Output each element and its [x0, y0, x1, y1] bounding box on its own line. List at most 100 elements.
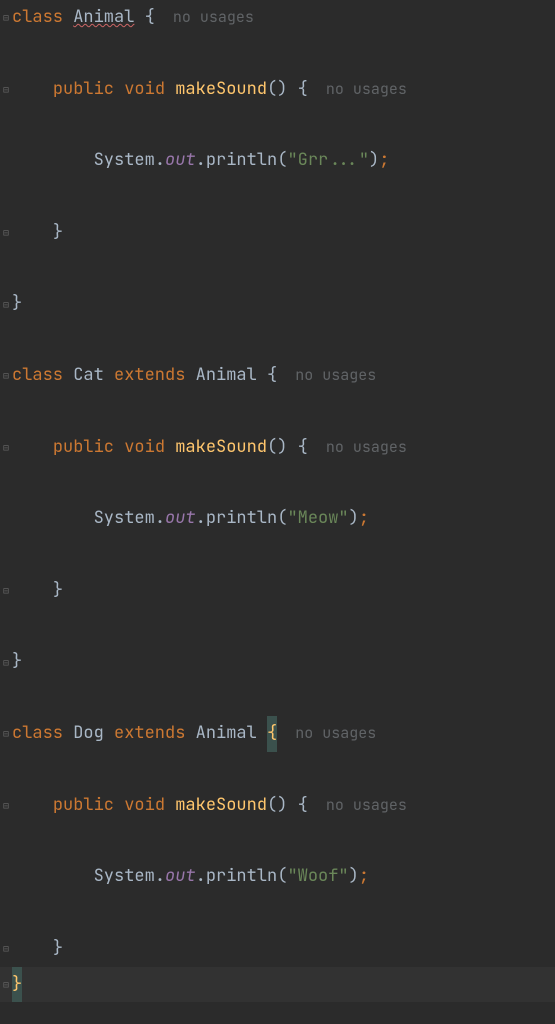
class-name-dog: Dog [73, 716, 104, 752]
code-line-empty[interactable] [0, 465, 555, 501]
fold-icon[interactable]: ⊟ [0, 83, 12, 95]
code-line[interactable]: System.out.println("Woof"); [0, 859, 555, 895]
code-line-empty[interactable] [0, 609, 555, 645]
indent [12, 931, 53, 967]
brace-close: } [53, 215, 63, 251]
code-line-cursor[interactable]: ⊟ } [0, 967, 555, 1003]
dot: . [196, 501, 206, 537]
usage-hint[interactable]: no usages [295, 718, 376, 750]
keyword-class: class [12, 716, 73, 752]
class-name-cat: Cat [73, 358, 104, 394]
keyword-class: class [12, 358, 73, 394]
fold-icon[interactable]: ⊟ [0, 370, 12, 382]
keyword-extends: extends [104, 358, 196, 394]
usage-hint[interactable]: no usages [326, 432, 407, 464]
dot: . [155, 143, 165, 179]
code-line-empty[interactable] [0, 179, 555, 215]
code-line-empty[interactable] [0, 823, 555, 859]
code-line[interactable]: ⊟ public void makeSound() {no usages [0, 788, 555, 824]
indent [12, 501, 94, 537]
dot: . [155, 501, 165, 537]
class-name-parent: Animal [196, 716, 257, 752]
code-line[interactable]: ⊟ class Animal { no usages [0, 0, 555, 36]
fold-icon[interactable]: ⊟ [0, 799, 12, 811]
indent [12, 143, 94, 179]
string-literal: "Woof" [287, 859, 348, 895]
class-name-animal: Animal [73, 0, 134, 36]
code-line[interactable]: ⊟ class Dog extends Animal {no usages [0, 716, 555, 752]
space [257, 716, 267, 752]
method-name: makeSound [175, 430, 267, 466]
code-line[interactable]: ⊟ } [0, 644, 555, 680]
identifier-system: System [94, 859, 155, 895]
identifier-system: System [94, 143, 155, 179]
keyword-public: public [53, 788, 124, 824]
keyword-public: public [53, 72, 124, 108]
code-line[interactable]: ⊟ class Cat extends Animal { no usages [0, 358, 555, 394]
dot: . [155, 859, 165, 895]
fold-icon[interactable]: ⊟ [0, 978, 12, 990]
paren-close: ) [349, 501, 359, 537]
indent [12, 788, 53, 824]
field-out: out [165, 143, 196, 179]
string-literal: "Meow" [287, 501, 348, 537]
indent [12, 72, 53, 108]
semicolon: ; [379, 143, 389, 179]
usage-hint[interactable]: no usages [326, 74, 407, 106]
code-editor[interactable]: ⊟ class Animal { no usages ⊟ public void … [0, 0, 555, 1002]
fold-icon[interactable]: ⊟ [0, 227, 12, 239]
brace-open: { [257, 358, 277, 394]
code-line-empty[interactable] [0, 537, 555, 573]
code-line[interactable]: ⊟ } [0, 931, 555, 967]
fold-icon[interactable]: ⊟ [0, 943, 12, 955]
fold-icon[interactable]: ⊟ [0, 585, 12, 597]
method-parens: () { [267, 72, 308, 108]
string-literal: "Grr..." [287, 143, 369, 179]
usage-hint[interactable]: no usages [173, 2, 254, 34]
code-line[interactable]: System.out.println("Meow"); [0, 501, 555, 537]
fold-icon[interactable]: ⊟ [0, 728, 12, 740]
code-line[interactable]: System.out.println("Grr..."); [0, 143, 555, 179]
method-println: println [206, 859, 277, 895]
code-line-empty[interactable] [0, 322, 555, 358]
identifier-system: System [94, 501, 155, 537]
code-line[interactable]: ⊟ } [0, 286, 555, 322]
indent [12, 573, 53, 609]
paren-open: ( [277, 501, 287, 537]
usage-hint[interactable]: no usages [326, 790, 407, 822]
class-name-parent: Animal [196, 358, 257, 394]
brace-close: } [12, 644, 22, 680]
code-line-empty[interactable] [0, 251, 555, 287]
code-line-empty[interactable] [0, 36, 555, 72]
paren-close: ) [369, 143, 379, 179]
dot: . [196, 143, 206, 179]
method-println: println [206, 501, 277, 537]
code-line[interactable]: ⊟ } [0, 573, 555, 609]
method-println: println [206, 143, 277, 179]
fold-icon[interactable]: ⊟ [0, 12, 12, 24]
code-line-empty[interactable] [0, 680, 555, 716]
brace-open: { [134, 0, 154, 36]
keyword-class: class [12, 0, 73, 36]
method-name: makeSound [175, 72, 267, 108]
code-line[interactable]: ⊟ public void makeSound() { no usages [0, 72, 555, 108]
keyword-public: public [53, 430, 124, 466]
code-line[interactable]: ⊟ } [0, 215, 555, 251]
code-line-empty[interactable] [0, 394, 555, 430]
fold-icon[interactable]: ⊟ [0, 298, 12, 310]
code-line-empty[interactable] [0, 752, 555, 788]
fold-icon[interactable]: ⊟ [0, 656, 12, 668]
code-line-empty[interactable] [0, 107, 555, 143]
brace-open-highlighted: { [267, 716, 277, 752]
code-line-empty[interactable] [0, 895, 555, 931]
method-name: makeSound [175, 788, 267, 824]
usage-hint[interactable]: no usages [295, 360, 376, 392]
paren-open: ( [277, 143, 287, 179]
brace-close: } [53, 573, 63, 609]
semicolon: ; [359, 859, 369, 895]
fold-icon[interactable]: ⊟ [0, 441, 12, 453]
keyword-void: void [124, 72, 175, 108]
brace-close: } [53, 931, 63, 967]
code-line[interactable]: ⊟ public void makeSound() {no usages [0, 430, 555, 466]
paren-close: ) [349, 859, 359, 895]
